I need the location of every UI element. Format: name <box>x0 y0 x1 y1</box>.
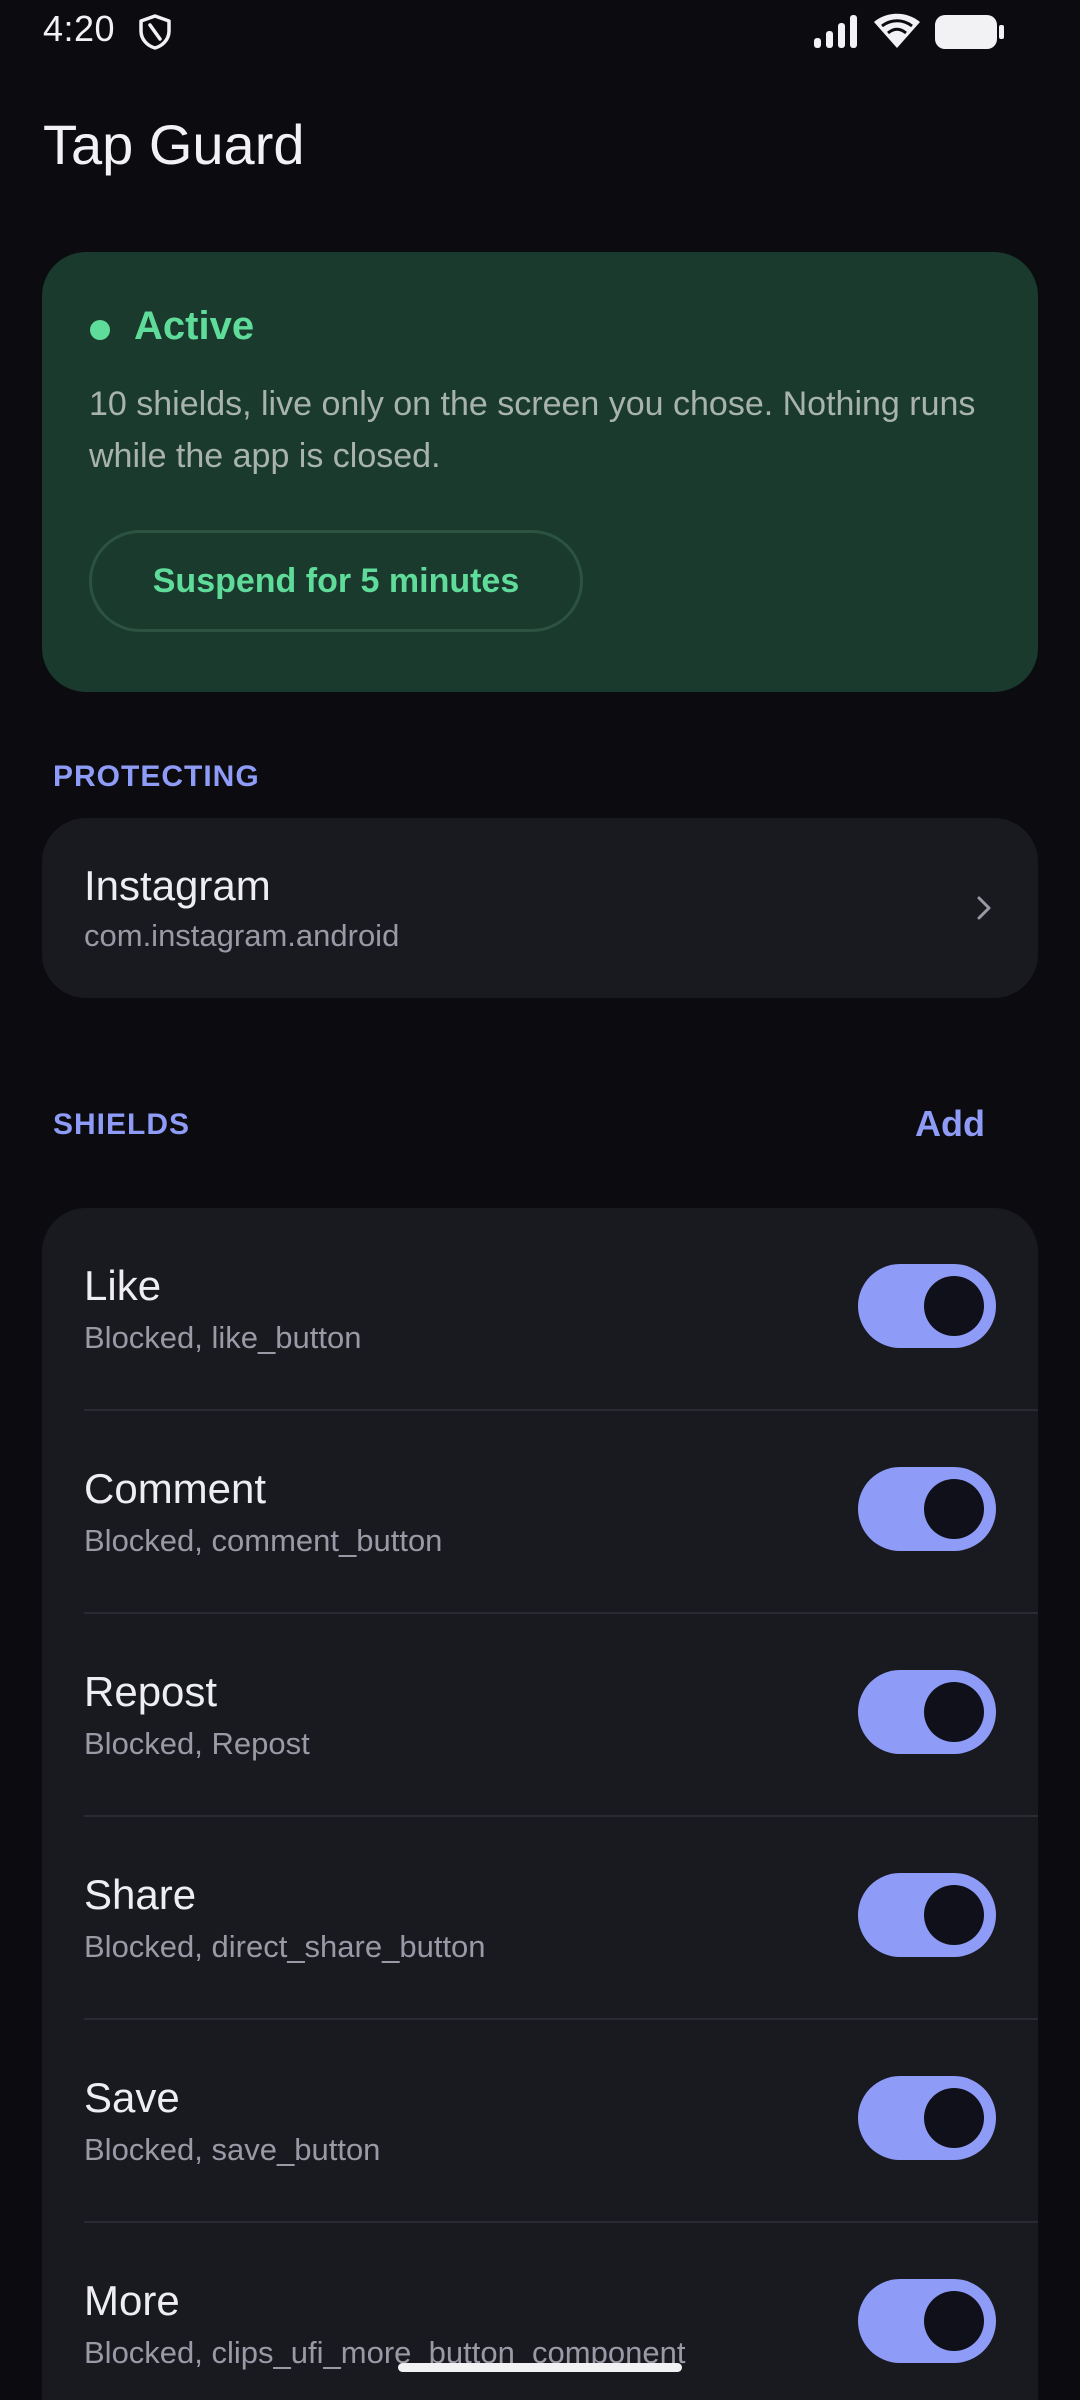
toggle-knob <box>924 1682 984 1742</box>
shield-name: Like <box>84 1262 162 1309</box>
shield-row-like[interactable]: Like Blocked, like_button <box>42 1208 1038 1411</box>
shield-row-more[interactable]: More Blocked, clips_ufi_more_button_comp… <box>42 2223 1038 2400</box>
suspend-button[interactable]: Suspend for 5 minutes <box>89 530 583 632</box>
shield-toggle-like[interactable] <box>858 1264 996 1348</box>
protected-app-item[interactable]: Instagram com.instagram.android <box>42 818 1038 998</box>
gesture-handle[interactable] <box>398 2363 682 2372</box>
shield-name: More <box>84 2277 180 2324</box>
page-title: Tap Guard <box>43 113 305 176</box>
shield-row-share[interactable]: Share Blocked, direct_share_button <box>42 1817 1038 2020</box>
shield-toggle-comment[interactable] <box>858 1467 996 1551</box>
shield-row-comment[interactable]: Comment Blocked, comment_button <box>42 1411 1038 1614</box>
toggle-knob <box>924 2291 984 2351</box>
status-bar: 4:20 <box>0 0 1080 64</box>
screen: 4:20 Tap Guard Active 10 shields, live o… <box>0 0 1080 2400</box>
protected-app-package: com.instagram.android <box>84 918 400 953</box>
battery-icon <box>935 15 1004 49</box>
shield-detail: Blocked, save_button <box>84 2132 381 2167</box>
shield-toggle-more[interactable] <box>858 2279 996 2363</box>
active-status-card: Active 10 shields, live only on the scre… <box>42 252 1038 692</box>
shield-toggle-share[interactable] <box>858 1873 996 1957</box>
shield-detail: Blocked, comment_button <box>84 1523 443 1558</box>
shield-row-save[interactable]: Save Blocked, save_button <box>42 2020 1038 2223</box>
shield-detail: Blocked, Repost <box>84 1726 310 1761</box>
shields-header: SHIELDS <box>53 1108 191 1141</box>
toggle-knob <box>924 1885 984 1945</box>
chevron-right-icon <box>977 896 991 920</box>
shields-list: Like Blocked, like_button Comment Blocke… <box>42 1208 1038 2400</box>
wifi-icon <box>874 13 920 48</box>
add-shield-button[interactable]: Add <box>900 1096 1000 1152</box>
protecting-header: PROTECTING <box>53 760 260 793</box>
active-status-label: Active <box>134 304 255 348</box>
shield-detail: Blocked, direct_share_button <box>84 1929 486 1964</box>
shield-name: Share <box>84 1871 197 1918</box>
shield-icon <box>139 14 171 50</box>
shield-toggle-save[interactable] <box>858 2076 996 2160</box>
toggle-knob <box>924 1479 984 1539</box>
shield-name: Comment <box>84 1465 267 1512</box>
shield-row-repost[interactable]: Repost Blocked, Repost <box>42 1614 1038 1817</box>
signal-icon <box>814 15 857 48</box>
shield-name: Repost <box>84 1668 218 1715</box>
active-status-description: 10 shields, live only on the screen you … <box>89 385 976 475</box>
shield-name: Save <box>84 2074 180 2121</box>
protected-app-name: Instagram <box>84 862 271 909</box>
status-time: 4:20 <box>43 8 116 49</box>
shield-toggle-repost[interactable] <box>858 1670 996 1754</box>
status-dot <box>90 320 110 340</box>
toggle-knob <box>924 1276 984 1336</box>
shield-detail: Blocked, like_button <box>84 1320 362 1355</box>
toggle-knob <box>924 2088 984 2148</box>
